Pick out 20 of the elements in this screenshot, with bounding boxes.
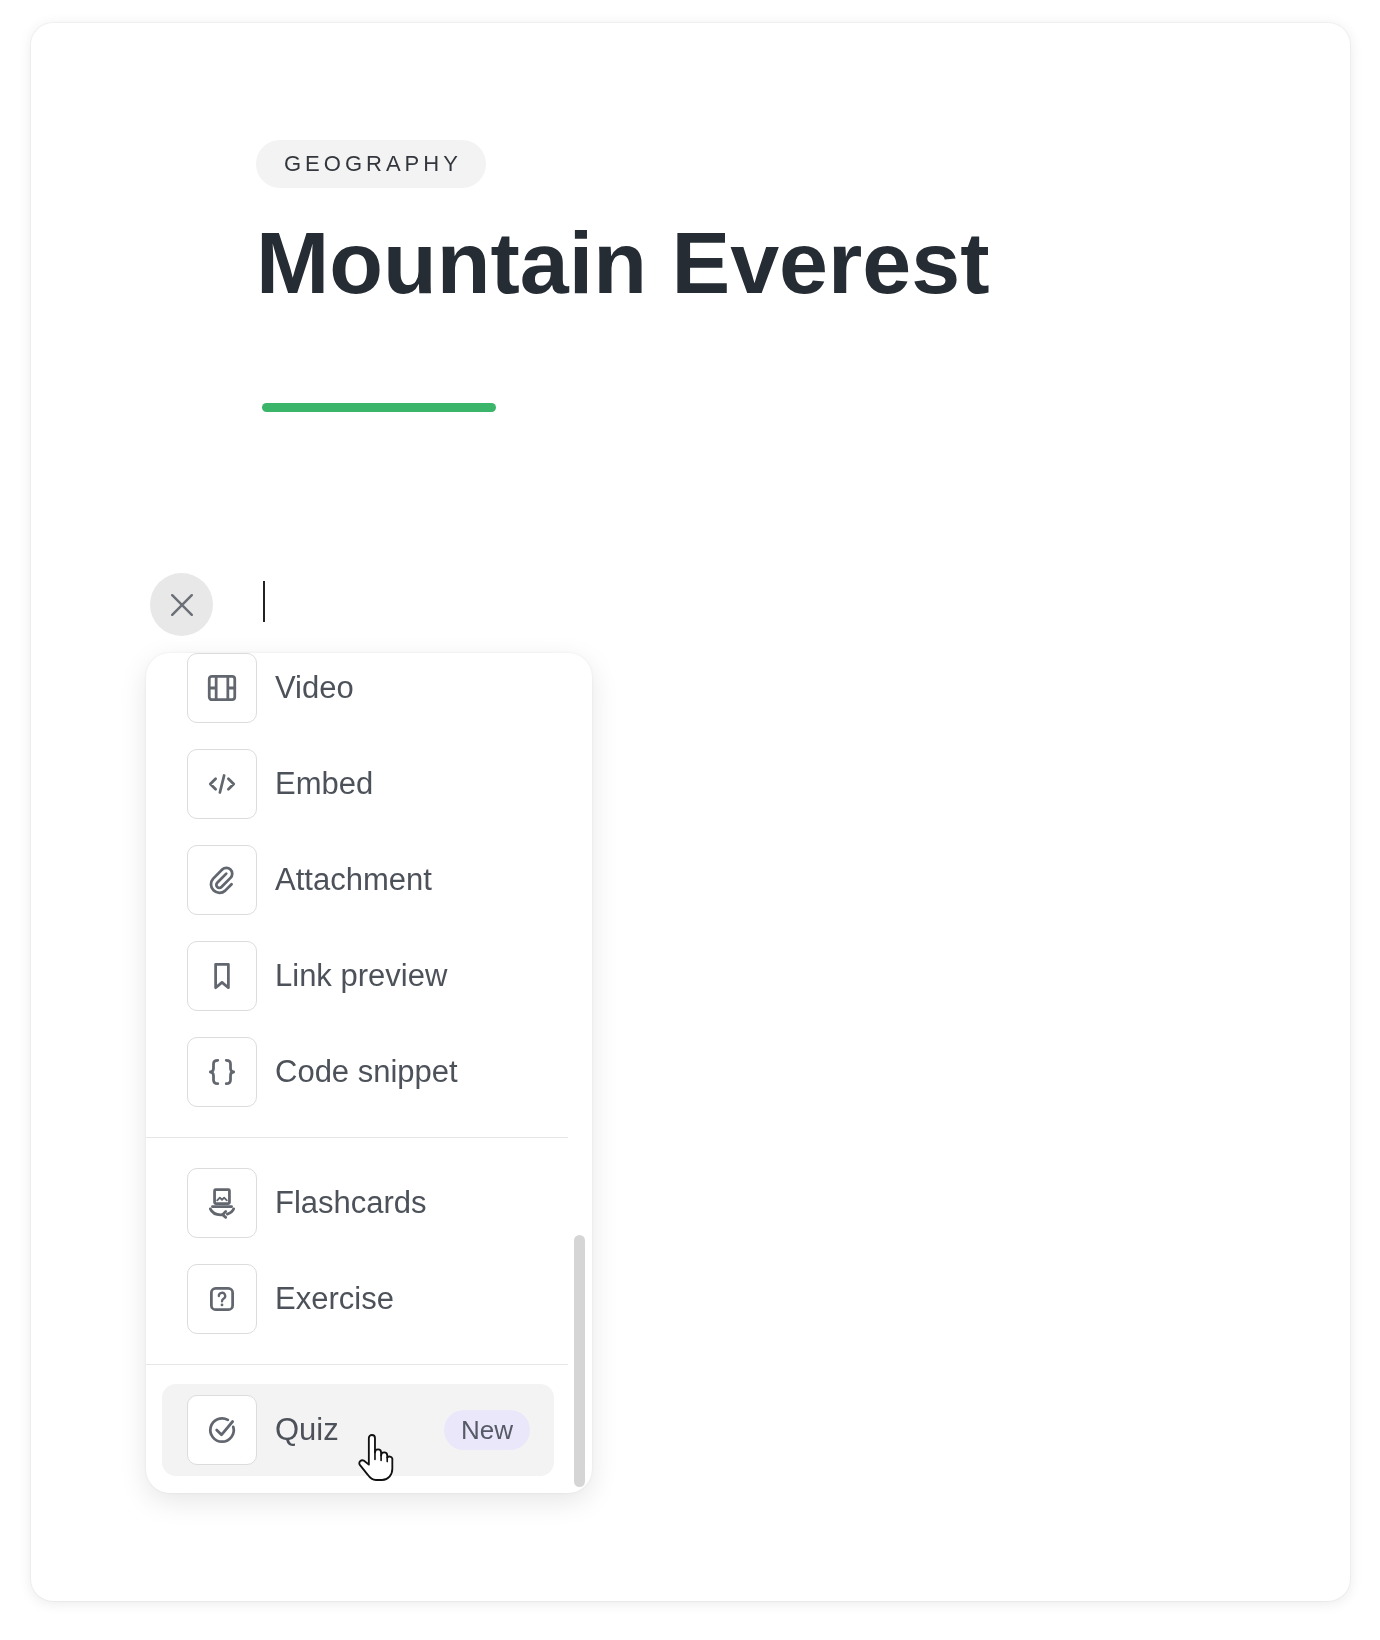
category-tag: GEOGRAPHY [256,140,486,188]
menu-item[interactable]: Embed [162,738,554,830]
paperclip-icon [187,845,257,915]
menu-item[interactable]: Code snippet [162,1026,554,1118]
menu-item[interactable]: Quiz New [162,1384,554,1476]
bookmark-icon [187,941,257,1011]
badge: New [444,1410,530,1450]
text-caret [263,581,265,622]
braces-icon [187,1037,257,1107]
menu-item[interactable]: Video [162,653,554,734]
menu-item[interactable]: Attachment [162,834,554,926]
close-icon [170,593,193,616]
menu-item[interactable]: Exercise [162,1253,554,1345]
article-title: Mountain Everest [256,213,990,313]
scrollbar-thumb[interactable] [574,1235,585,1487]
hand-cursor-icon [358,1434,395,1482]
code-icon [187,749,257,819]
menu-item[interactable]: Flashcards [162,1157,554,1249]
question-icon [187,1264,257,1334]
menu-item[interactable]: Link preview [162,930,554,1022]
